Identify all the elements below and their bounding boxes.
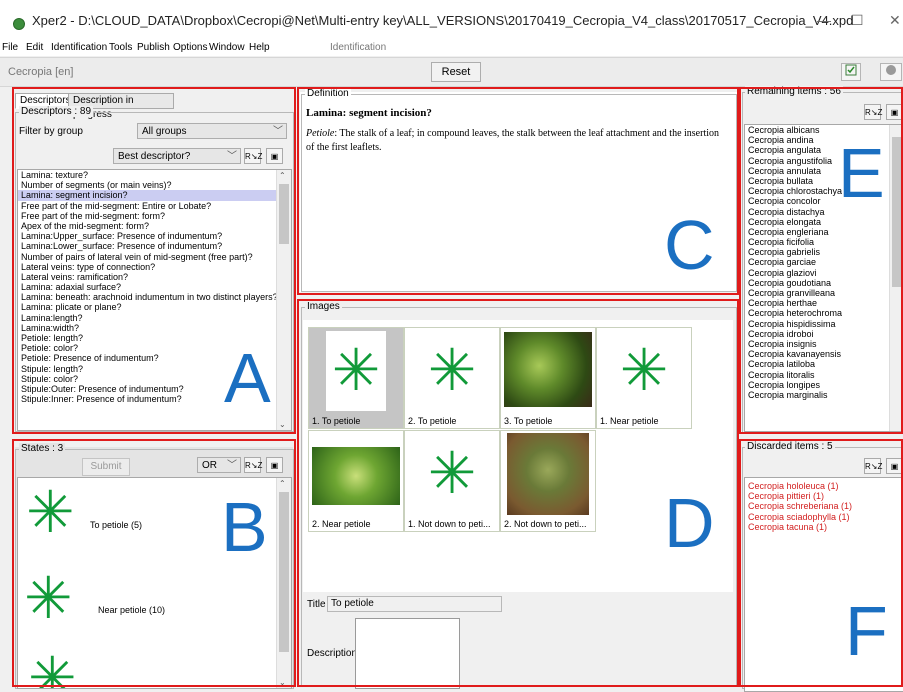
menu-file[interactable]: File	[2, 42, 18, 53]
mode-label: Identification	[330, 42, 387, 53]
title-bar: Xper2 - D:\CLOUD_DATA\Dropbox\Cecropi@Ne…	[0, 0, 903, 38]
annotation-letter-b: B	[221, 488, 268, 566]
app-icon	[13, 18, 25, 30]
annotation-letter-f: F	[845, 592, 888, 670]
annotation-letter-a: A	[224, 339, 271, 417]
annotation-letter-e: E	[838, 134, 885, 212]
reset-button[interactable]: Reset	[431, 62, 481, 82]
check-icon[interactable]	[841, 63, 861, 81]
annotation-letter-c: C	[664, 206, 715, 284]
menu-options[interactable]: Options	[173, 42, 207, 53]
menu-window[interactable]: Window	[209, 42, 245, 53]
window-title: Xper2 - D:\CLOUD_DATA\Dropbox\Cecropi@Ne…	[32, 13, 854, 28]
maximize-button[interactable]: ☐	[851, 12, 864, 29]
menu-publish[interactable]: Publish	[137, 42, 170, 53]
menu-help[interactable]: Help	[249, 42, 270, 53]
minimize-button[interactable]: —	[817, 12, 831, 28]
annotation-letter-d: D	[664, 484, 715, 562]
menu-edit[interactable]: Edit	[26, 42, 43, 53]
help-icon[interactable]	[880, 63, 902, 81]
key-name: Cecropia [en]	[8, 66, 74, 78]
menu-identification[interactable]: Identification	[51, 42, 107, 53]
close-button[interactable]: ✕	[889, 12, 901, 29]
menu-tools[interactable]: Tools	[109, 42, 132, 53]
toolbar: Cecropia [en] Reset	[0, 57, 903, 87]
menu-bar: File Edit Identification Tools Publish O…	[0, 38, 903, 56]
